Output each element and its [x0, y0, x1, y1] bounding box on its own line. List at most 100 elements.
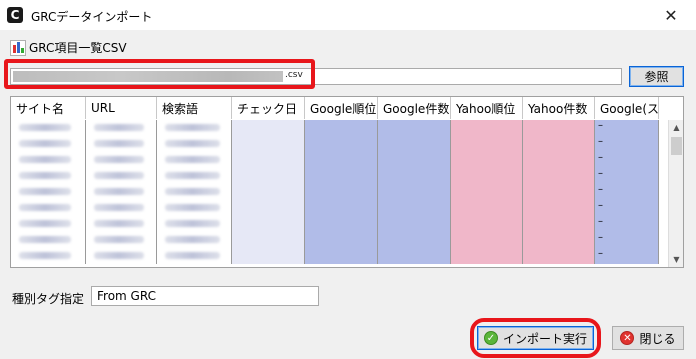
column-header[interactable]: Yahoo件数	[523, 97, 595, 119]
table-cell[interactable]	[451, 248, 523, 264]
table-cell[interactable]	[157, 168, 232, 184]
table-row[interactable]: –	[11, 136, 659, 152]
table-cell[interactable]	[305, 152, 378, 168]
table-cell[interactable]	[11, 152, 86, 168]
table-cell[interactable]	[305, 184, 378, 200]
table-cell[interactable]	[86, 152, 157, 168]
table-cell[interactable]	[523, 136, 595, 152]
table-cell[interactable]	[157, 216, 232, 232]
table-cell[interactable]: –	[595, 216, 659, 232]
table-cell[interactable]: –	[595, 200, 659, 216]
table-cell[interactable]	[378, 200, 451, 216]
table-cell[interactable]	[523, 200, 595, 216]
browse-button[interactable]: 参照	[629, 66, 684, 87]
table-cell[interactable]	[157, 248, 232, 264]
table-cell[interactable]	[11, 200, 86, 216]
table-cell[interactable]	[451, 136, 523, 152]
table-cell[interactable]	[232, 184, 305, 200]
data-grid[interactable]: サイト名 URL 検索語 チェック日 Google順位 Google件数 Yahoo順位 Ya…	[10, 96, 684, 268]
column-header[interactable]: サイト名	[11, 97, 86, 119]
table-row[interactable]: –	[11, 184, 659, 200]
table-cell[interactable]	[305, 136, 378, 152]
scroll-up-icon[interactable]: ▲	[669, 120, 683, 135]
table-row[interactable]: –	[11, 232, 659, 248]
table-cell[interactable]	[451, 200, 523, 216]
table-cell[interactable]	[523, 184, 595, 200]
table-cell[interactable]	[86, 216, 157, 232]
table-cell[interactable]	[305, 232, 378, 248]
table-row[interactable]: –	[11, 168, 659, 184]
table-cell[interactable]: –	[595, 120, 659, 136]
table-cell[interactable]: –	[595, 168, 659, 184]
table-cell[interactable]	[232, 168, 305, 184]
table-cell[interactable]	[86, 120, 157, 136]
table-cell[interactable]	[451, 216, 523, 232]
close-icon[interactable]: ✕	[660, 4, 682, 26]
table-cell[interactable]: –	[595, 248, 659, 264]
column-header[interactable]: チェック日	[232, 97, 305, 119]
column-header[interactable]: Google件数	[378, 97, 451, 119]
table-cell[interactable]	[305, 168, 378, 184]
table-row[interactable]: –	[11, 152, 659, 168]
table-cell[interactable]: –	[595, 232, 659, 248]
table-row[interactable]: –	[11, 120, 659, 136]
table-cell[interactable]	[523, 152, 595, 168]
table-cell[interactable]	[523, 120, 595, 136]
scroll-thumb[interactable]	[671, 137, 682, 155]
table-cell[interactable]	[378, 152, 451, 168]
column-header[interactable]: 検索語	[157, 97, 232, 119]
table-cell[interactable]	[11, 232, 86, 248]
table-cell[interactable]	[523, 232, 595, 248]
table-cell[interactable]	[451, 152, 523, 168]
table-cell[interactable]: –	[595, 152, 659, 168]
table-cell[interactable]	[157, 136, 232, 152]
table-cell[interactable]	[157, 152, 232, 168]
table-cell[interactable]	[232, 232, 305, 248]
import-button[interactable]: ✓ インポート実行	[477, 326, 594, 350]
table-cell[interactable]	[11, 216, 86, 232]
table-cell[interactable]	[232, 216, 305, 232]
table-cell[interactable]	[305, 248, 378, 264]
table-row[interactable]: –	[11, 216, 659, 232]
table-cell[interactable]	[451, 184, 523, 200]
table-cell[interactable]	[86, 232, 157, 248]
table-cell[interactable]	[378, 216, 451, 232]
column-header[interactable]: Yahoo順位	[451, 97, 523, 119]
table-cell[interactable]	[232, 152, 305, 168]
vertical-scrollbar[interactable]: ▲ ▼	[668, 120, 683, 267]
table-row[interactable]: –	[11, 248, 659, 264]
table-cell[interactable]	[523, 248, 595, 264]
table-cell[interactable]	[378, 168, 451, 184]
table-cell[interactable]	[232, 120, 305, 136]
table-cell[interactable]	[451, 168, 523, 184]
table-cell[interactable]	[11, 168, 86, 184]
table-cell[interactable]	[157, 184, 232, 200]
table-cell[interactable]	[305, 120, 378, 136]
table-cell[interactable]	[378, 232, 451, 248]
table-cell[interactable]	[378, 248, 451, 264]
column-header[interactable]: Google順位	[305, 97, 378, 119]
table-cell[interactable]: –	[595, 136, 659, 152]
table-cell[interactable]	[157, 232, 232, 248]
table-cell[interactable]	[305, 216, 378, 232]
column-header[interactable]: Google(ス...	[595, 97, 659, 119]
table-cell[interactable]	[86, 168, 157, 184]
table-cell[interactable]	[157, 120, 232, 136]
table-cell[interactable]	[86, 200, 157, 216]
table-cell[interactable]	[523, 216, 595, 232]
table-cell[interactable]: –	[595, 184, 659, 200]
table-cell[interactable]	[378, 184, 451, 200]
table-cell[interactable]	[86, 184, 157, 200]
scroll-down-icon[interactable]: ▼	[669, 252, 683, 267]
table-cell[interactable]	[11, 136, 86, 152]
table-cell[interactable]	[232, 200, 305, 216]
column-header[interactable]: URL	[86, 97, 157, 119]
table-cell[interactable]	[232, 136, 305, 152]
table-cell[interactable]	[11, 120, 86, 136]
table-cell[interactable]	[305, 200, 378, 216]
table-cell[interactable]	[232, 248, 305, 264]
table-cell[interactable]	[523, 168, 595, 184]
table-cell[interactable]	[451, 232, 523, 248]
table-cell[interactable]	[157, 200, 232, 216]
close-button[interactable]: ✕ 閉じる	[612, 326, 684, 350]
